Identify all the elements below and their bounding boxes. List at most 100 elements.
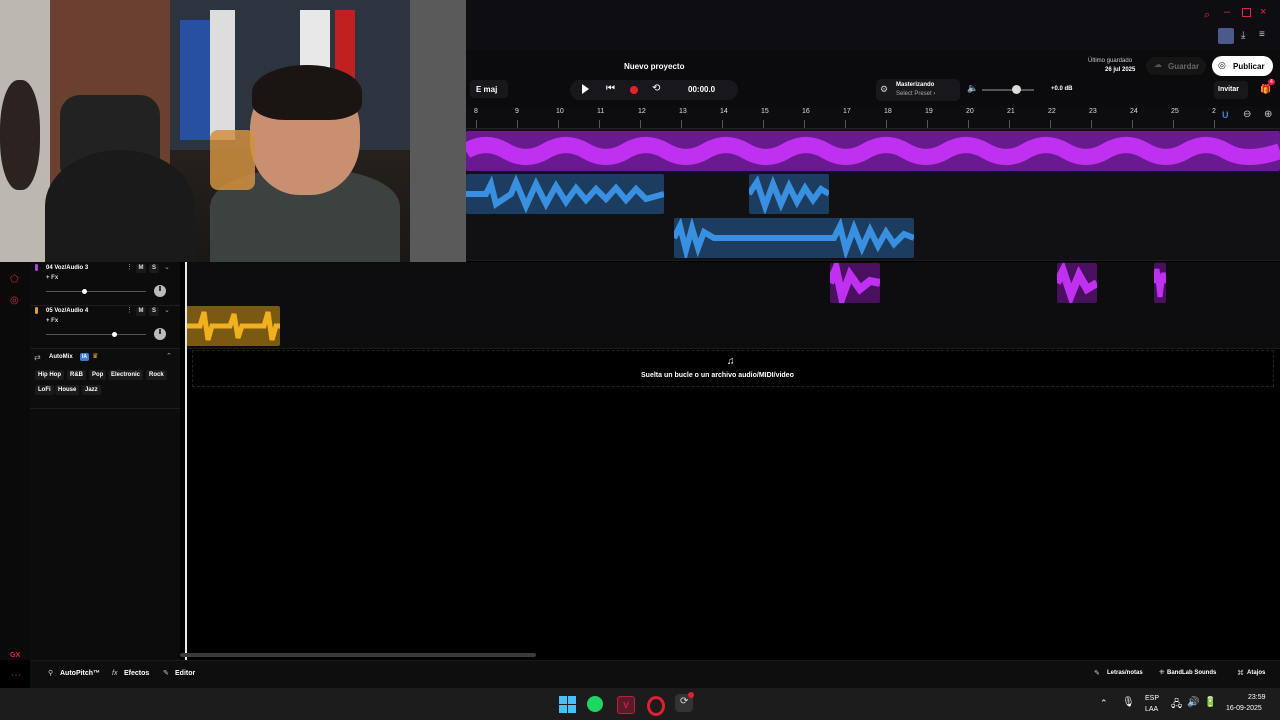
waveform [830, 263, 880, 303]
sliders-icon: ⚙ [880, 84, 889, 94]
magnet-icon[interactable]: U [1222, 110, 1229, 120]
close-icon[interactable]: × [1260, 6, 1266, 18]
publish-button[interactable]: ◎ Publicar [1212, 56, 1273, 76]
language-primary[interactable]: ESP [1145, 695, 1159, 702]
loop-library-icon[interactable]: ⬠ [10, 274, 19, 285]
ruler-tick-label: 14 [720, 108, 728, 115]
project-title[interactable]: Nuevo proyecto [624, 62, 684, 71]
target-icon[interactable]: ◎ [10, 295, 19, 306]
loop-icon[interactable]: ⟲ [652, 83, 660, 94]
track-lane-1[interactable] [466, 129, 1280, 174]
track-name[interactable]: 05 Voz/Audio 4 [46, 308, 88, 314]
genre-chip[interactable]: LoFi [35, 385, 54, 395]
audio-clip-blue-2[interactable] [749, 174, 829, 214]
genre-chip[interactable]: Pop [89, 370, 107, 380]
language-secondary[interactable]: LAA [1145, 706, 1158, 713]
search-icon[interactable]: ⌕ [1204, 9, 1210, 22]
playhead[interactable] [185, 262, 187, 660]
editor-button[interactable]: Editor [175, 670, 195, 677]
solo-button[interactable]: S [149, 264, 159, 273]
windows-start-icon[interactable] [558, 694, 578, 714]
volume-knob[interactable] [112, 332, 117, 337]
genre-chip[interactable]: Electronic [108, 370, 144, 380]
genre-chip[interactable]: R&B [67, 370, 86, 380]
record-icon[interactable] [630, 86, 638, 94]
chevron-up-icon[interactable]: ⌃ [166, 352, 172, 360]
track-lane-5[interactable] [186, 305, 1280, 349]
clock-time[interactable]: 23:59 [1248, 694, 1266, 701]
chevron-down-icon[interactable]: ⌄ [164, 263, 170, 271]
timeline-ruler[interactable]: 8 9 10 11 12 13 14 15 16 17 18 19 20 21 22 23 24 25 2 [466, 106, 1280, 129]
bandlab-icon[interactable]: ⟳ [675, 692, 694, 712]
audio-clip-purple-a[interactable] [830, 263, 880, 303]
pan-knob[interactable] [154, 285, 166, 297]
fx-icon[interactable]: GX [10, 652, 20, 659]
track-lane-3[interactable] [466, 216, 1280, 261]
drop-zone[interactable]: ♫ Suelta un bucle o un archivo audio/MID… [192, 350, 1274, 387]
speaker-icon[interactable]: 🔈 [967, 83, 978, 94]
audio-clip-purple-c[interactable] [1154, 263, 1166, 303]
track-header-2[interactable]: 05 Voz/Audio 4 ⋮ M S ⌄ + Fx [30, 305, 180, 349]
download-icon[interactable]: ⤓ [1241, 30, 1245, 41]
network-icon[interactable]: 🖧 [1171, 697, 1182, 714]
automix-title[interactable]: AutoMix [49, 354, 73, 360]
genre-chip[interactable]: Hip Hop [35, 370, 64, 380]
avatar[interactable] [1218, 28, 1234, 44]
gift-icon[interactable]: 🎁 [1260, 84, 1271, 95]
minimize-icon[interactable]: – [1224, 6, 1230, 18]
lyrics-button[interactable]: Letras/notas [1107, 670, 1143, 676]
add-fx-button[interactable]: + Fx [46, 275, 58, 281]
mute-button[interactable]: M [136, 264, 146, 273]
menu-icon[interactable]: ≡ [1259, 29, 1265, 40]
key-button[interactable]: E maj [470, 80, 508, 98]
play-icon[interactable] [582, 84, 589, 94]
track-lane-2[interactable] [466, 173, 1280, 217]
horizontal-scrollbar[interactable] [180, 653, 536, 657]
solo-button[interactable]: S [149, 307, 159, 316]
save-label: Guardar [1168, 62, 1200, 71]
kebab-icon[interactable]: ⋮ [126, 306, 133, 314]
autopitch-button[interactable]: AutoPitch™ [60, 670, 100, 677]
master-volume-slider[interactable] [982, 85, 1034, 94]
zoom-in-icon[interactable]: ⊕ [1264, 109, 1272, 120]
mic-icon[interactable]: 🎙 [1122, 697, 1135, 708]
restore-icon[interactable] [1242, 8, 1251, 17]
mastering-button[interactable]: ⚙ Masterizando Select Preset › [876, 79, 960, 101]
ruler-tick-label: 19 [925, 108, 933, 115]
volume-knob[interactable] [82, 289, 87, 294]
chevron-up-icon[interactable]: ⌃ [1100, 698, 1108, 709]
clock-date[interactable]: 16-09-2025 [1226, 705, 1262, 712]
opera-icon[interactable] [647, 696, 665, 716]
spotify-icon[interactable] [587, 696, 603, 712]
volume-slider[interactable] [46, 332, 146, 337]
audio-clip-purple[interactable] [466, 131, 1280, 171]
kebab-icon[interactable]: ⋮ [126, 263, 133, 271]
chevron-down-icon[interactable]: ⌄ [164, 306, 170, 314]
audio-clip-blue-1[interactable] [466, 174, 664, 214]
shortcuts-button[interactable]: Atajos [1247, 670, 1265, 676]
genre-chip[interactable]: Rock [146, 370, 167, 380]
bandlab-sounds-button[interactable]: BandLab Sounds [1167, 670, 1216, 676]
rewind-icon[interactable]: ⏮ [606, 83, 615, 94]
track-name[interactable]: 04 Voz/Audio 3 [46, 265, 88, 271]
audio-clip-gold[interactable] [186, 306, 280, 346]
track-header-1[interactable]: 04 Voz/Audio 3 ⋮ M S ⌄ + Fx [30, 262, 180, 306]
vivaldi-icon[interactable]: v [617, 696, 635, 714]
zoom-out-icon[interactable]: ⊖ [1243, 109, 1251, 120]
audio-clip-purple-b[interactable] [1057, 263, 1097, 303]
volume-icon[interactable]: 🔊 [1187, 697, 1199, 708]
add-fx-button[interactable]: + Fx [46, 318, 58, 324]
volume-knob[interactable] [1012, 85, 1021, 94]
invite-button[interactable]: Invitar [1214, 81, 1248, 99]
effects-button[interactable]: Efectos [124, 670, 149, 677]
battery-icon[interactable]: 🔋 [1204, 697, 1216, 708]
mute-button[interactable]: M [136, 307, 146, 316]
track-lane-4[interactable] [186, 262, 1280, 306]
save-button[interactable]: ☁ Guardar [1146, 57, 1206, 75]
genre-chip[interactable]: Jazz [82, 385, 101, 395]
more-icon[interactable]: ⋯ [11, 670, 21, 681]
genre-chip[interactable]: House [55, 385, 80, 395]
audio-clip-blue-3[interactable] [674, 218, 914, 258]
pan-knob[interactable] [154, 328, 166, 340]
volume-slider[interactable] [46, 289, 146, 294]
